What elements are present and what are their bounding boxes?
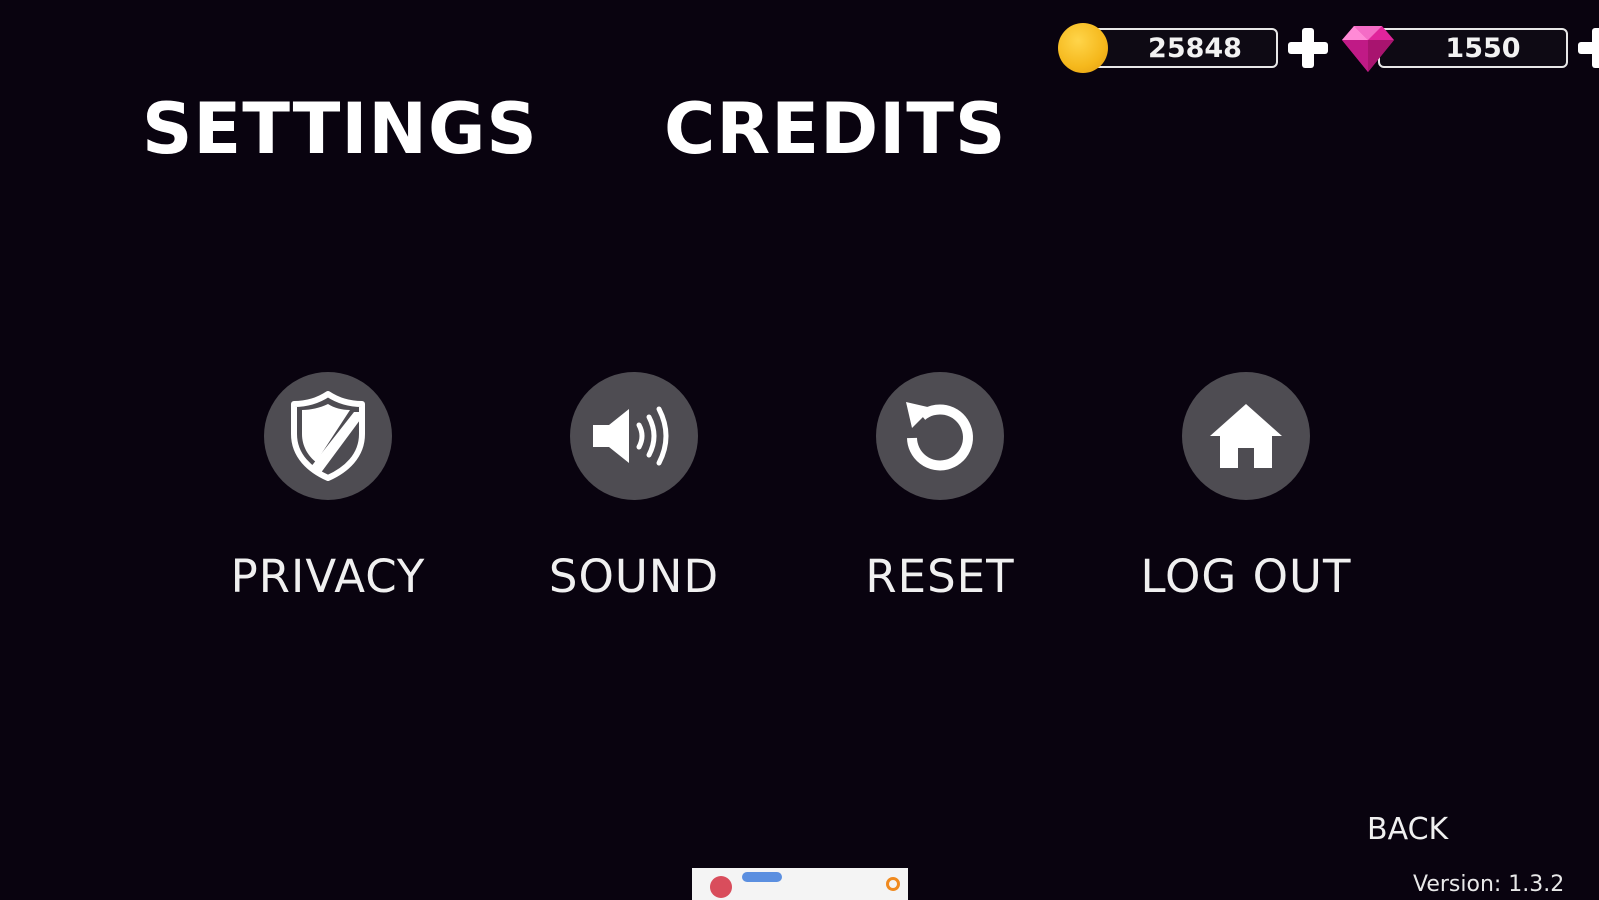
- logout-circle[interactable]: [1182, 372, 1310, 500]
- gem-counter: 1550: [1340, 22, 1599, 74]
- reset-circle[interactable]: [876, 372, 1004, 500]
- coin-icon: [1058, 23, 1108, 73]
- ad-banner[interactable]: [692, 868, 908, 900]
- add-coins-plus-icon[interactable]: [1288, 28, 1328, 68]
- shield-icon: [291, 391, 365, 481]
- gem-icon: [1342, 26, 1394, 72]
- add-gems-plus-icon[interactable]: [1578, 28, 1599, 68]
- tab-settings[interactable]: SETTINGS: [142, 88, 538, 170]
- settings-screen: 25848 1550 SETTINGS CREDITS PRIVACY SOUN…: [0, 0, 1599, 900]
- coin-counter: 25848: [1058, 22, 1328, 74]
- back-button[interactable]: BACK: [1367, 812, 1448, 847]
- reset-label: RESET: [865, 550, 1015, 603]
- speaker-icon: [593, 406, 669, 466]
- ad-swoosh-icon: [742, 872, 782, 882]
- gem-amount: 1550: [1378, 28, 1568, 68]
- logout-button[interactable]: LOG OUT: [1096, 372, 1396, 603]
- ad-choices-icon[interactable]: [886, 877, 900, 891]
- coin-amount: 25848: [1092, 28, 1278, 68]
- reset-button[interactable]: RESET: [790, 372, 1090, 603]
- privacy-label: PRIVACY: [230, 550, 426, 603]
- ad-logo-icon: [710, 876, 732, 898]
- privacy-button[interactable]: PRIVACY: [178, 372, 478, 603]
- home-icon: [1210, 404, 1282, 468]
- sound-button[interactable]: SOUND: [484, 372, 784, 603]
- logout-label: LOG OUT: [1140, 550, 1352, 603]
- tab-credits[interactable]: CREDITS: [664, 88, 1006, 170]
- privacy-circle[interactable]: [264, 372, 392, 500]
- version-text: Version: 1.3.2: [1413, 872, 1565, 897]
- sound-label: SOUND: [548, 550, 720, 603]
- reset-icon: [906, 402, 973, 471]
- sound-circle[interactable]: [570, 372, 698, 500]
